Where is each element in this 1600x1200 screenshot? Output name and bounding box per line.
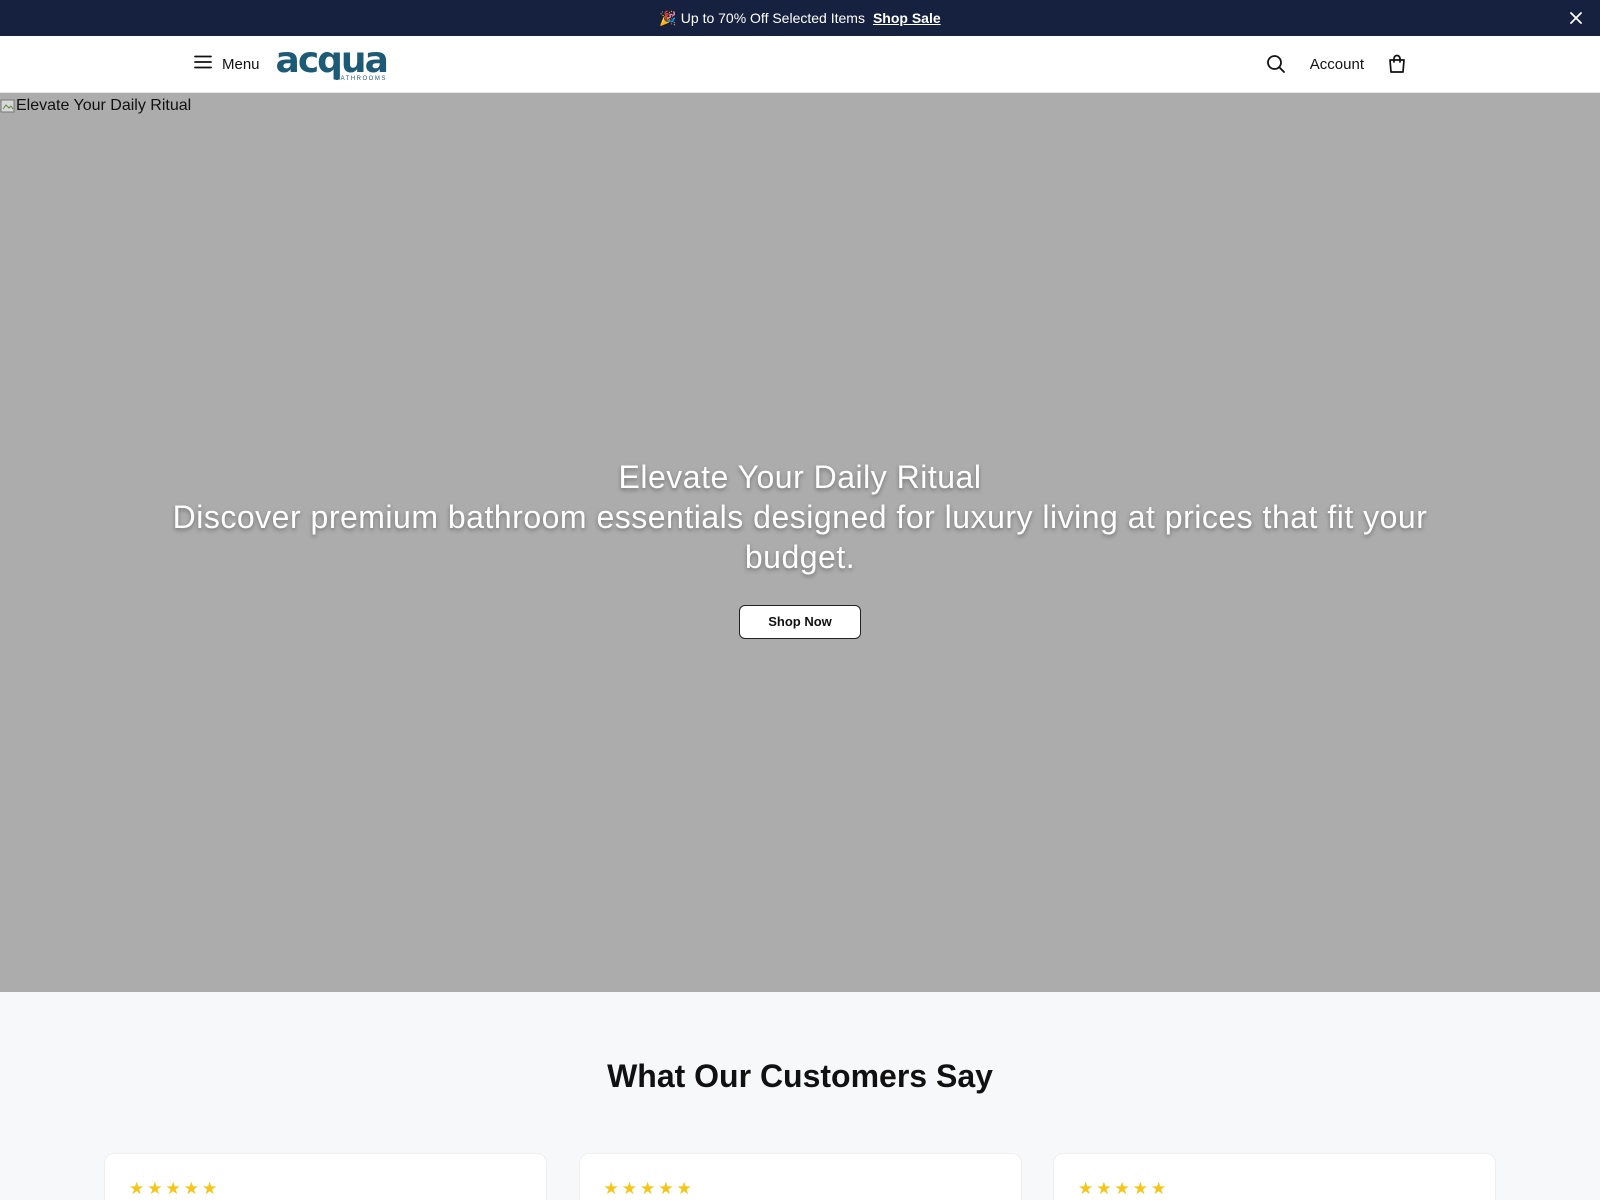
search-icon[interactable] <box>1266 54 1286 74</box>
testimonial-card: ★ ★ ★ ★ ★ <box>578 1153 1022 1200</box>
star-icon: ★ <box>658 1179 674 1198</box>
star-icon: ★ <box>1151 1179 1167 1198</box>
star-icon: ★ <box>621 1179 637 1198</box>
star-icon: ★ <box>183 1179 199 1198</box>
hero-title: Elevate Your Daily Ritual <box>618 459 982 495</box>
star-icon: ★ <box>202 1179 218 1198</box>
testimonial-cards: ★ ★ ★ ★ ★ ★ ★ ★ ★ ★ ★ ★ ★ ★ ★ <box>104 1153 1496 1200</box>
star-icon: ★ <box>1078 1179 1094 1198</box>
shop-sale-link[interactable]: Shop Sale <box>873 10 941 26</box>
hero-banner: Elevate Your Daily Ritual Elevate Your D… <box>0 93 1600 992</box>
star-icon: ★ <box>1132 1179 1148 1198</box>
brand-logo[interactable]: acqua BATHROOMS <box>275 40 389 83</box>
star-icon: ★ <box>1096 1179 1112 1198</box>
star-icon: ★ <box>1114 1179 1130 1198</box>
announcement-bar: 🎉 Up to 70% Off Selected Items Shop Sale <box>0 0 1600 36</box>
logo-wordmark: acqua <box>275 40 389 81</box>
star-icon: ★ <box>129 1179 145 1198</box>
menu-label: Menu <box>222 55 260 73</box>
announcement-message: Up to 70% Off Selected Items <box>680 10 865 26</box>
hero-image-alt-text: Elevate Your Daily Ritual <box>16 97 192 114</box>
logo-tagline: BATHROOMS <box>335 76 387 82</box>
hero-image-placeholder: Elevate Your Daily Ritual <box>0 97 191 115</box>
star-icon: ★ <box>147 1179 163 1198</box>
hero-content: Elevate Your Daily Ritual Discover premi… <box>0 457 1600 639</box>
close-icon[interactable] <box>1566 8 1586 28</box>
star-icon: ★ <box>603 1179 619 1198</box>
testimonials-section: What Our Customers Say ★ ★ ★ ★ ★ ★ ★ ★ ★ ★ ★ ★ ★ ★ ★ <box>0 992 1600 1200</box>
testimonial-card: ★ ★ ★ ★ ★ <box>1053 1153 1496 1200</box>
star-icon: ★ <box>165 1179 181 1198</box>
party-popper-icon: 🎉 <box>659 9 677 26</box>
shop-now-button[interactable]: Shop Now <box>739 605 861 639</box>
star-icon: ★ <box>640 1179 656 1198</box>
site-header: Menu acqua BATHROOMS Account <box>0 36 1600 93</box>
testimonial-card: ★ ★ ★ ★ ★ <box>104 1153 547 1200</box>
star-rating: ★ ★ ★ ★ ★ <box>604 1180 997 1198</box>
account-link[interactable]: Account <box>1310 56 1364 73</box>
star-rating: ★ ★ ★ ★ ★ <box>1078 1180 1471 1198</box>
menu-button[interactable]: Menu <box>194 55 260 73</box>
star-icon: ★ <box>676 1179 692 1198</box>
menu-icon <box>194 55 212 73</box>
hero-subtitle: Discover premium bathroom essentials des… <box>172 499 1428 575</box>
shopping-bag-icon[interactable] <box>1388 54 1406 74</box>
testimonials-heading: What Our Customers Say <box>607 1058 993 1094</box>
star-rating: ★ ★ ★ ★ ★ <box>129 1180 522 1198</box>
broken-image-icon <box>0 98 16 114</box>
